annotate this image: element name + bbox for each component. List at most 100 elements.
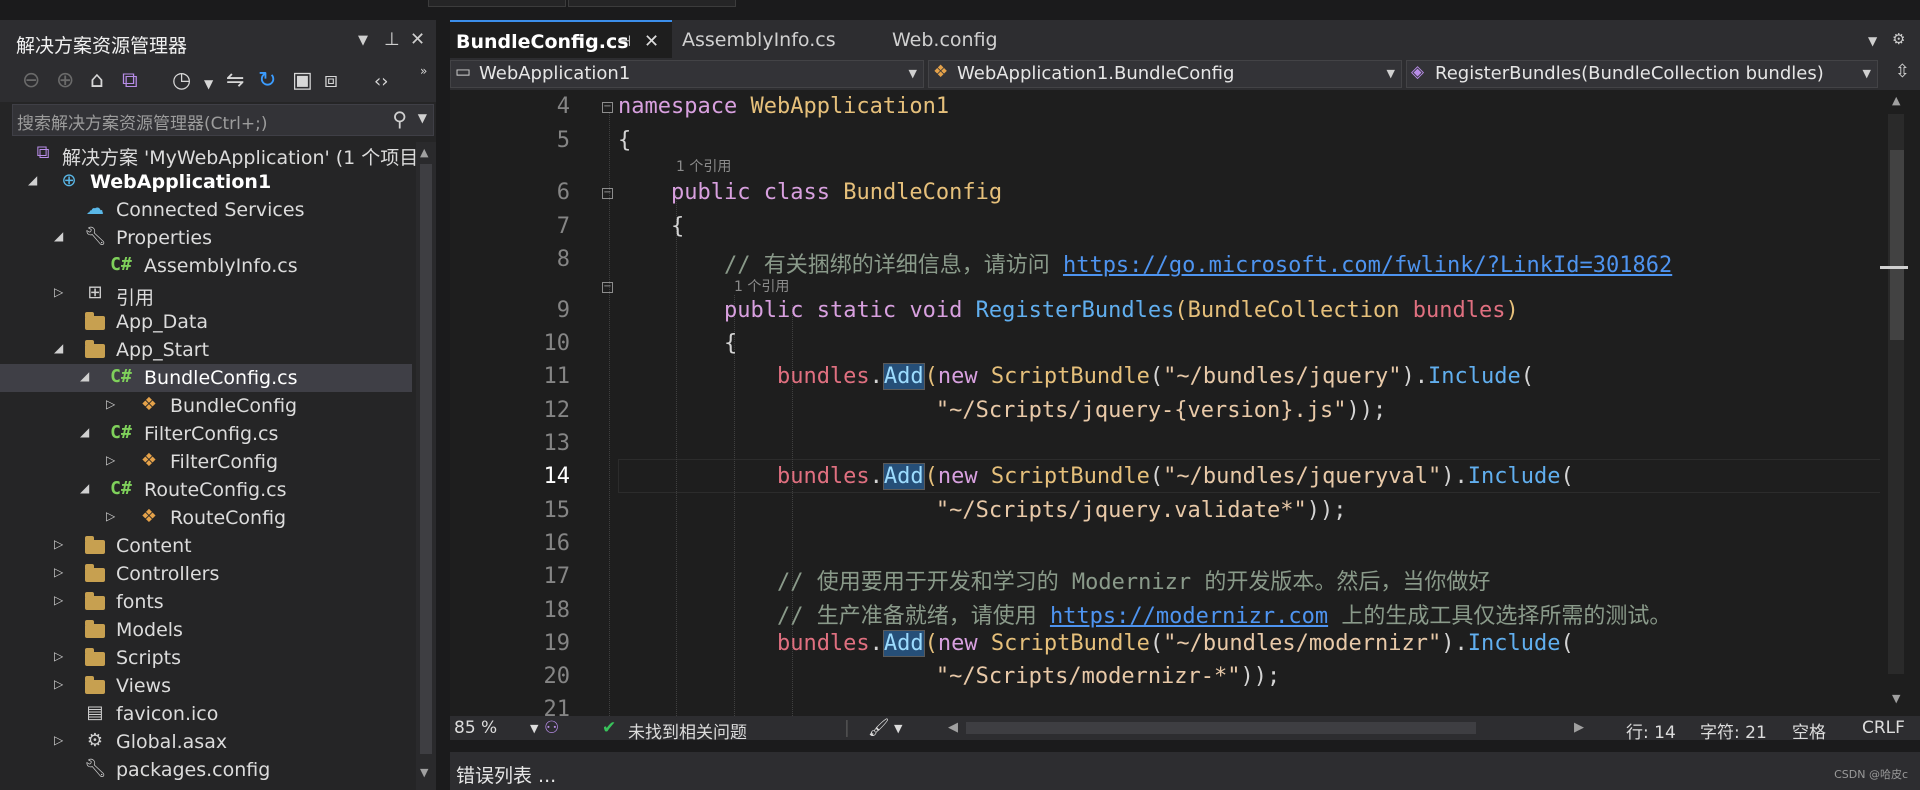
expanded-arrow-icon[interactable]: ◢ (80, 369, 89, 383)
scrollbar-thumb[interactable] (1890, 150, 1904, 340)
pin-icon[interactable]: ⊣ (618, 32, 631, 50)
zoom-dropdown[interactable]: 85 % (454, 718, 497, 738)
search-icon[interactable]: ⚲ (392, 107, 407, 131)
tree-item-project[interactable]: ◢ ⊕ WebApplication1 (0, 168, 412, 196)
pending-changes-filter-icon[interactable]: ◷ (172, 68, 191, 93)
brush-icon[interactable]: 🖌︎ (868, 718, 890, 738)
expanded-arrow-icon[interactable]: ◢ (28, 173, 37, 187)
member-dropdown[interactable]: ◈ RegisterBundles(BundleCollection bundl… (1406, 60, 1878, 88)
tree-item-references[interactable]: ▷ ⊞ 引用 (0, 280, 412, 309)
scroll-down-icon[interactable]: ▼ (1892, 692, 1900, 705)
scrollbar-thumb[interactable] (966, 722, 1476, 734)
comment-link[interactable]: https://go.microsoft.com/fwlink/?LinkId=… (1063, 253, 1672, 278)
code-view-icon[interactable]: ‹› (374, 71, 388, 92)
switch-views-icon[interactable]: ⧉ (122, 68, 138, 93)
chevron-down-icon[interactable]: ▼ (909, 67, 917, 80)
tree-item-solution[interactable]: ⧉ 解决方案 'MyWebApplication' (1 个项目, (0, 140, 425, 169)
expanded-arrow-icon[interactable]: ◢ (80, 481, 89, 495)
tree-item-filterconfig-cs[interactable]: ◢ C# FilterConfig.cs (0, 420, 412, 448)
tree-item-favicon[interactable]: ▤ favicon.ico (0, 700, 412, 728)
codelens-references[interactable]: 1 个引用 (734, 276, 789, 296)
tree-item-models[interactable]: Models (0, 616, 412, 644)
collapsed-arrow-icon[interactable]: ▷ (54, 537, 63, 551)
code-editor[interactable]: − − − 4 5 6 7 8 9 10 11 12 13 14 15 16 1… (450, 90, 1880, 716)
tree-item-routeconfig-class[interactable]: ▷ ❖ RouteConfig (0, 504, 412, 532)
tree-item-fonts[interactable]: ▷ fonts (0, 588, 412, 616)
tree-item-properties[interactable]: ◢ 🔧︎ Properties (0, 224, 412, 252)
tree-item-routeconfig-cs[interactable]: ◢ C# RouteConfig.cs (0, 476, 412, 504)
collapse-method-icon[interactable]: − (602, 282, 613, 293)
close-icon[interactable]: ✕ (410, 29, 425, 50)
collapsed-arrow-icon[interactable]: ▷ (106, 397, 115, 411)
copilot-icon[interactable]: ⚇ (544, 718, 559, 738)
refresh-icon[interactable]: ↻ (258, 68, 276, 93)
collapse-all-icon[interactable]: ▣ (292, 68, 313, 93)
tree-item-app-data[interactable]: App_Data (0, 308, 412, 336)
show-all-files-icon[interactable]: ⧈ (324, 68, 338, 93)
collapsed-arrow-icon[interactable]: ▷ (54, 565, 63, 579)
scrollbar-thumb[interactable] (420, 164, 432, 754)
chevron-down-icon[interactable]: ▼ (1863, 67, 1871, 80)
collapsed-arrow-icon[interactable]: ▷ (54, 593, 63, 607)
scroll-up-icon[interactable]: ▲ (420, 146, 428, 159)
tab-assemblyinfo[interactable]: AssemblyInfo.cs (672, 20, 882, 58)
forward-icon[interactable]: ⊕ (56, 68, 74, 93)
tree-item-content[interactable]: ▷ Content (0, 532, 412, 560)
tree-item-connected-services[interactable]: ☁ Connected Services (0, 196, 412, 224)
scroll-up-icon[interactable]: ▲ (1892, 94, 1900, 107)
chevron-down-icon[interactable]: ▼ (1387, 67, 1395, 80)
scroll-down-icon[interactable]: ▼ (420, 766, 428, 779)
collapsed-arrow-icon[interactable]: ▷ (106, 509, 115, 523)
error-list-tab[interactable]: 错误列表 ... (456, 761, 556, 788)
search-input[interactable]: 搜索解决方案资源管理器(Ctrl+;) (17, 109, 267, 134)
gear-icon[interactable]: ⚙ (1892, 30, 1905, 48)
chevron-down-icon[interactable]: ▼ (358, 33, 368, 48)
error-list-panel[interactable]: 错误列表 ... CSDN @哈皮c (450, 752, 1920, 790)
collapsed-arrow-icon[interactable]: ▷ (54, 285, 63, 299)
overflow-icon[interactable]: » (420, 64, 427, 78)
solution-explorer-search[interactable]: 搜索解决方案资源管理器(Ctrl+;) ⚲ ▼ (12, 104, 434, 136)
collapsed-arrow-icon[interactable]: ▷ (106, 453, 115, 467)
expanded-arrow-icon[interactable]: ◢ (80, 425, 89, 439)
project-dropdown[interactable]: ▭ WebApplication1 ▼ (450, 60, 924, 88)
home-icon[interactable]: ⌂ (90, 68, 104, 93)
line-ending[interactable]: CRLF (1862, 718, 1905, 738)
back-icon[interactable]: ⊖ (22, 68, 40, 93)
panel-splitter[interactable] (436, 20, 450, 790)
collapse-namespace-icon[interactable]: − (602, 102, 613, 113)
tree-item-controllers[interactable]: ▷ Controllers (0, 560, 412, 588)
code-line-12: "~/Scripts/jquery-{version}.js")); (618, 398, 1386, 423)
tab-list-dropdown-icon[interactable]: ▼ (1868, 34, 1877, 48)
comment-link[interactable]: https://modernizr.com (1050, 604, 1328, 629)
tree-item-app-start[interactable]: ◢ App_Start (0, 336, 412, 364)
collapsed-arrow-icon[interactable]: ▷ (54, 649, 63, 663)
chevron-down-icon[interactable]: ▼ (418, 111, 427, 125)
tree-item-bundleconfig-class[interactable]: ▷ ❖ BundleConfig (0, 392, 412, 420)
collapse-class-icon[interactable]: − (602, 188, 613, 199)
sync-icon[interactable]: ⇋ (226, 68, 244, 93)
tree-item-filterconfig-class[interactable]: ▷ ❖ FilterConfig (0, 448, 412, 476)
tree-item-packages-config[interactable]: 🔧︎ packages.config (0, 756, 412, 784)
tree-item-assemblyinfo[interactable]: C# AssemblyInfo.cs (0, 252, 412, 280)
collapsed-arrow-icon[interactable]: ▷ (54, 677, 63, 691)
solution-explorer-scrollbar[interactable]: ▲ ▼ (416, 142, 436, 790)
codelens-references[interactable]: 1 个引用 (676, 156, 731, 176)
split-editor-icon[interactable]: ⇳ (1895, 61, 1910, 82)
expanded-arrow-icon[interactable]: ◢ (54, 341, 63, 355)
chevron-down-icon[interactable]: ▼ (894, 722, 902, 735)
tree-item-scripts[interactable]: ▷ Scripts (0, 644, 412, 672)
type-dropdown[interactable]: ❖ WebApplication1.BundleConfig ▼ (928, 60, 1402, 88)
editor-horizontal-scrollbar[interactable] (950, 720, 1590, 736)
close-icon[interactable]: ✕ (644, 31, 659, 52)
pin-icon[interactable]: ⊥ (384, 29, 400, 50)
tab-web-config[interactable]: Web.config (882, 20, 1062, 58)
editor-vertical-scrollbar[interactable]: ▲ ▼ (1880, 90, 1920, 716)
tree-item-views[interactable]: ▷ Views (0, 672, 412, 700)
tree-item-global-asax[interactable]: ▷ ⚙ Global.asax (0, 728, 412, 756)
tree-item-bundleconfig-cs[interactable]: ◢ C# BundleConfig.cs (0, 364, 412, 392)
collapsed-arrow-icon[interactable]: ▷ (54, 733, 63, 747)
chevron-down-icon[interactable]: ▼ (204, 77, 213, 91)
tab-bundleconfig[interactable]: BundleConfig.cs ⊣ ✕ (450, 20, 672, 60)
expanded-arrow-icon[interactable]: ◢ (54, 229, 63, 243)
chevron-down-icon[interactable]: ▼ (530, 722, 538, 735)
